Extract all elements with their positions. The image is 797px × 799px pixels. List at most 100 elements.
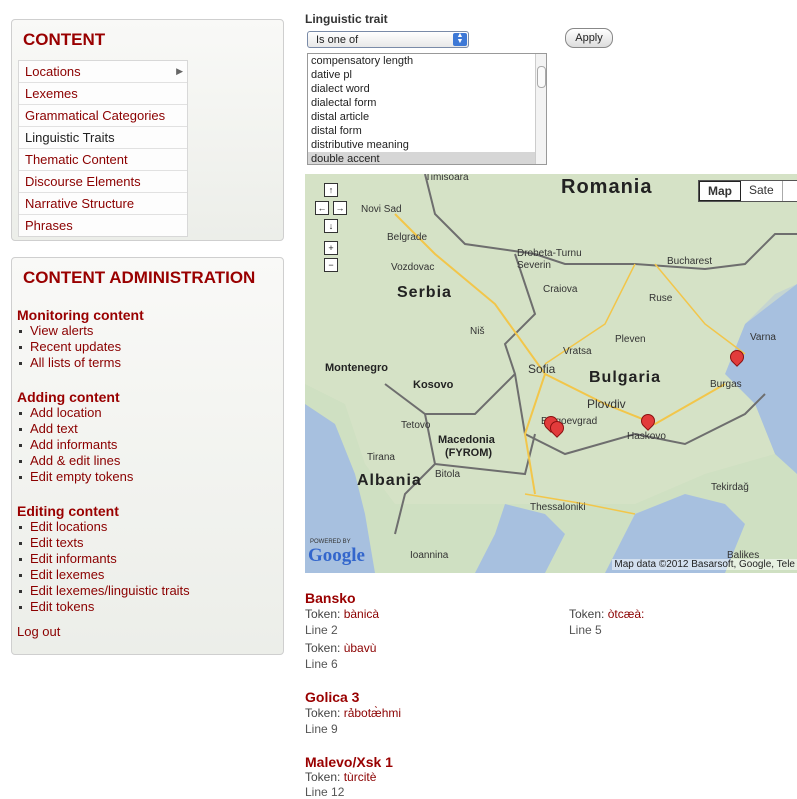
city-label: Drobeta-Turnu <box>517 248 582 259</box>
token-entry: Token: rảbotæ̀hmi <box>305 706 401 720</box>
label-bulgaria: Bulgaria <box>589 369 662 386</box>
trait-option[interactable]: dialectal form <box>308 96 546 110</box>
logout-link[interactable]: Log out <box>17 624 60 639</box>
map-type-map-button[interactable]: Map <box>699 181 741 201</box>
city-label: Haskovo <box>627 431 666 442</box>
trait-option[interactable]: distal article <box>308 110 546 124</box>
token-label: Token: <box>305 770 341 784</box>
menu-item-grammatical-categories[interactable]: Grammatical Categories <box>19 105 187 127</box>
pan-left-icon[interactable]: ← <box>315 201 329 215</box>
result-place-title[interactable]: Golica 3 <box>305 689 359 705</box>
token-link[interactable]: bànicà <box>344 607 379 621</box>
section-heading: Adding content <box>17 389 120 405</box>
label-fyrom: (FYROM) <box>445 447 493 459</box>
trait-listbox[interactable]: compensatory length dative pl dialect wo… <box>307 53 547 165</box>
line-ref: Line 6 <box>305 657 338 671</box>
pan-right-icon[interactable]: → <box>333 201 347 215</box>
trait-option[interactable]: distributive meaning <box>308 138 546 152</box>
link-edit-lexemes-traits[interactable]: Edit lexemes/linguistic traits <box>17 583 190 599</box>
menu-item-label: Thematic Content <box>25 152 128 167</box>
pan-down-icon[interactable]: ↓ <box>324 219 338 233</box>
section-heading: Monitoring content <box>17 307 144 323</box>
zoom-out-icon[interactable]: − <box>324 258 338 272</box>
city-label: Vozdovac <box>391 262 435 273</box>
city-label: Vratsa <box>563 346 592 357</box>
listbox-scrollbar[interactable] <box>535 54 546 164</box>
city-label: Tetovo <box>401 420 431 431</box>
operator-select[interactable]: Is one of ▲ ▼ <box>307 31 469 48</box>
label-montenegro: Montenegro <box>325 362 388 374</box>
trait-option-selected[interactable]: double accent <box>308 152 546 164</box>
scroll-thumb[interactable] <box>537 66 546 88</box>
token-label: Token: <box>569 607 605 621</box>
result-place-title[interactable]: Malevo/Xsk 1 <box>305 754 393 770</box>
menu-item-thematic-content[interactable]: Thematic Content <box>19 149 187 171</box>
apply-button[interactable]: Apply <box>565 28 613 48</box>
menu-item-phrases[interactable]: Phrases <box>19 215 187 236</box>
menu-item-label: Lexemes <box>25 86 78 101</box>
token-entry: Token: ùbavù <box>305 641 376 655</box>
token-entry: Token: òtcæà: <box>569 607 644 621</box>
link-recent-updates[interactable]: Recent updates <box>17 339 144 355</box>
trait-option[interactable]: dialect word <box>308 82 546 96</box>
pan-up-icon[interactable]: ↑ <box>324 183 338 197</box>
city-label: Craiova <box>543 284 578 295</box>
link-edit-texts[interactable]: Edit texts <box>17 535 190 551</box>
menu-item-discourse-elements[interactable]: Discourse Elements <box>19 171 187 193</box>
label-albania: Albania <box>357 472 422 489</box>
menu-item-locations[interactable]: Locations ▶ <box>19 61 187 83</box>
token-link[interactable]: tùrcitè <box>344 770 377 784</box>
token-entry: Token: bànicà <box>305 607 379 621</box>
link-edit-tokens[interactable]: Edit tokens <box>17 599 190 615</box>
line-ref: Line 2 <box>305 623 338 637</box>
map[interactable]: Romania Serbia Bulgaria Albania Monteneg… <box>305 174 797 573</box>
link-edit-locations[interactable]: Edit locations <box>17 519 190 535</box>
menu-item-linguistic-traits[interactable]: Linguistic Traits <box>19 127 187 149</box>
link-edit-empty-tokens[interactable]: Edit empty tokens <box>17 469 133 485</box>
trait-option[interactable]: dative pl <box>308 68 546 82</box>
city-label: Plovdiv <box>587 397 626 411</box>
trait-option[interactable]: compensatory length <box>308 54 546 68</box>
link-view-alerts[interactable]: View alerts <box>17 323 144 339</box>
city-label: Burgas <box>710 379 742 390</box>
menu-item-label: Grammatical Categories <box>25 108 166 123</box>
city-label: Bucharest <box>667 256 713 267</box>
link-edit-informants[interactable]: Edit informants <box>17 551 190 567</box>
line-ref: Line 9 <box>305 722 338 736</box>
city-label: Tekirdağ <box>711 482 749 493</box>
city-label: Niš <box>470 326 485 337</box>
city-label: Severin <box>517 260 551 271</box>
label-kosovo: Kosovo <box>413 379 454 391</box>
result-place-title[interactable]: Bansko <box>305 590 356 606</box>
token-link[interactable]: òtcæà: <box>608 607 645 621</box>
token-link[interactable]: rảbotæ̀hmi <box>344 706 401 720</box>
link-add-informants[interactable]: Add informants <box>17 437 133 453</box>
content-title: CONTENT <box>23 30 106 49</box>
map-type-satellite-button[interactable]: Sate <box>741 181 783 201</box>
map-type-control: Map Sate <box>698 180 797 202</box>
link-add-edit-lines[interactable]: Add & edit lines <box>17 453 133 469</box>
city-label: Varna <box>750 332 776 343</box>
label-serbia: Serbia <box>397 284 452 301</box>
city-label: Pleven <box>615 334 646 345</box>
menu-item-lexemes[interactable]: Lexemes <box>19 83 187 105</box>
menu-item-label: Narrative Structure <box>25 196 135 211</box>
link-edit-lexemes[interactable]: Edit lexemes <box>17 567 190 583</box>
token-label: Token: <box>305 641 341 655</box>
link-add-text[interactable]: Add text <box>17 421 133 437</box>
city-label: Thessaloniki <box>530 502 586 513</box>
link-all-lists-of-terms[interactable]: All lists of terms <box>17 355 144 371</box>
line-ref: Line 5 <box>569 623 602 637</box>
link-add-location[interactable]: Add location <box>17 405 133 421</box>
content-panel: CONTENT Locations ▶ Lexemes Grammatical … <box>11 19 284 241</box>
menu-item-label: Linguistic Traits <box>25 130 115 145</box>
trait-option[interactable]: distal form <box>308 124 546 138</box>
menu-item-narrative-structure[interactable]: Narrative Structure <box>19 193 187 215</box>
token-label: Token: <box>305 706 341 720</box>
google-logo[interactable]: Google <box>308 545 365 567</box>
zoom-in-icon[interactable]: + <box>324 241 338 255</box>
token-label: Token: <box>305 607 341 621</box>
token-link[interactable]: ùbavù <box>344 641 377 655</box>
label-romania: Romania <box>561 176 653 198</box>
city-label: Ioannina <box>410 550 449 561</box>
